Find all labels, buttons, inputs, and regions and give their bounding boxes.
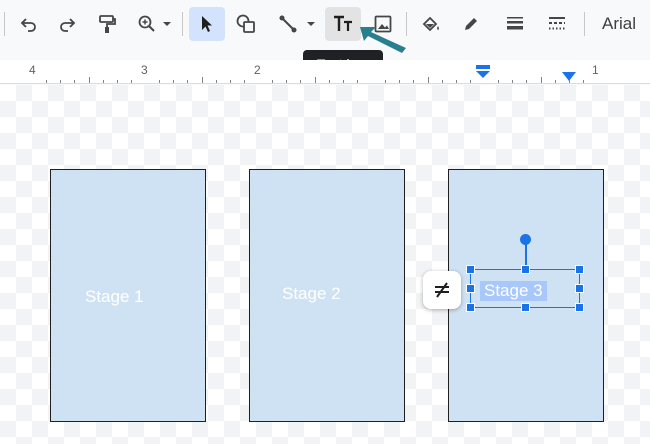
text-box-button[interactable] — [325, 7, 361, 41]
ruler-tick — [60, 80, 61, 83]
toolbar-divider — [4, 12, 5, 36]
undo-button[interactable] — [14, 7, 44, 41]
drawing-canvas[interactable]: Stage 1 Stage 2 Stage 3 — [0, 85, 650, 444]
ruler-tick — [470, 80, 471, 83]
ruler-tick — [103, 80, 104, 83]
resize-handle-ne[interactable] — [575, 265, 584, 274]
ruler-tick — [131, 80, 132, 83]
chevron-down-icon — [163, 22, 171, 26]
paint-format-button[interactable] — [92, 7, 122, 41]
strikethrough-icon — [435, 282, 449, 298]
ruler-tick — [272, 80, 273, 83]
resize-handle-se[interactable] — [575, 303, 584, 312]
ruler-tick — [187, 80, 188, 83]
redo-button[interactable] — [52, 7, 82, 41]
shape-button[interactable] — [230, 7, 262, 41]
resize-handle-e[interactable] — [575, 284, 584, 293]
ruler-label: 3 — [141, 63, 148, 77]
ruler-tick — [456, 80, 457, 83]
pointer-arrow-icon — [360, 27, 406, 53]
toolbar-divider — [182, 12, 183, 36]
ruler-tick — [216, 80, 217, 83]
zoom-icon — [138, 15, 155, 32]
ruler-tick — [526, 80, 527, 83]
ruler-label: 1 — [592, 63, 599, 77]
ruler-label: 4 — [29, 63, 36, 77]
ruler-tick — [583, 80, 584, 83]
text-box-icon — [334, 15, 352, 31]
stage-2-label[interactable]: Stage 2 — [282, 284, 341, 304]
shapes-icon — [236, 14, 255, 33]
border-dash-icon — [549, 17, 565, 30]
resize-handle-n[interactable] — [521, 265, 530, 274]
ruler-tick — [159, 80, 160, 83]
ruler-tick — [329, 80, 330, 83]
ruler-tick — [428, 77, 429, 83]
resize-handle-s[interactable] — [521, 303, 530, 312]
stage-3-label[interactable]: Stage 3 — [480, 281, 547, 301]
resize-handle-w[interactable] — [466, 284, 475, 293]
ruler-tick — [357, 80, 358, 83]
rotation-handle[interactable] — [520, 234, 531, 245]
ruler-tick — [343, 80, 344, 83]
floating-format-button[interactable] — [423, 271, 461, 309]
font-family-select[interactable]: Arial — [602, 14, 636, 34]
toolbar-divider — [584, 12, 585, 36]
ruler-tick — [315, 77, 316, 83]
zoom-button[interactable] — [132, 7, 178, 41]
fill-color-button[interactable] — [416, 7, 446, 41]
ruler-tick — [385, 80, 386, 83]
ruler-tick — [202, 77, 203, 83]
stage-1-label[interactable]: Stage 1 — [85, 287, 144, 307]
ruler-tick — [555, 80, 556, 83]
chevron-down-icon — [307, 22, 315, 26]
toolbar: Arial — [0, 0, 650, 48]
ruler-tick — [300, 80, 301, 83]
horizontal-ruler: 4 3 2 1 — [0, 60, 650, 84]
resize-handle-sw[interactable] — [466, 303, 475, 312]
ruler-tick — [244, 80, 245, 83]
resize-handle-nw[interactable] — [466, 265, 475, 274]
pencil-icon — [465, 18, 477, 30]
first-line-indent-marker[interactable] — [475, 65, 491, 79]
border-color-button[interactable] — [456, 7, 486, 41]
line-icon — [279, 15, 297, 33]
fill-bucket-icon — [422, 16, 439, 32]
ruler-tick — [230, 80, 231, 83]
border-weight-button[interactable] — [498, 7, 532, 41]
ruler-tick — [399, 80, 400, 83]
ruler-tick — [512, 80, 513, 83]
redo-icon — [60, 18, 76, 32]
ruler-tick — [46, 80, 47, 83]
cursor-icon — [202, 16, 212, 32]
select-tool-button[interactable] — [189, 7, 225, 41]
undo-icon — [20, 18, 36, 32]
ruler-tick — [74, 80, 75, 83]
ruler-tick — [173, 80, 174, 83]
ruler-tick — [541, 77, 542, 83]
ruler-tick — [117, 80, 118, 83]
border-dash-button[interactable] — [540, 7, 574, 41]
paint-roller-icon — [99, 15, 116, 33]
border-weight-icon — [507, 17, 523, 30]
ruler-tick — [89, 77, 90, 83]
line-button[interactable] — [272, 7, 322, 41]
ruler-tick — [286, 80, 287, 83]
ruler-tick — [442, 80, 443, 83]
ruler-tick — [413, 80, 414, 83]
right-indent-marker[interactable] — [561, 71, 577, 83]
ruler-label: 2 — [254, 63, 261, 77]
ruler-tick — [498, 80, 499, 83]
